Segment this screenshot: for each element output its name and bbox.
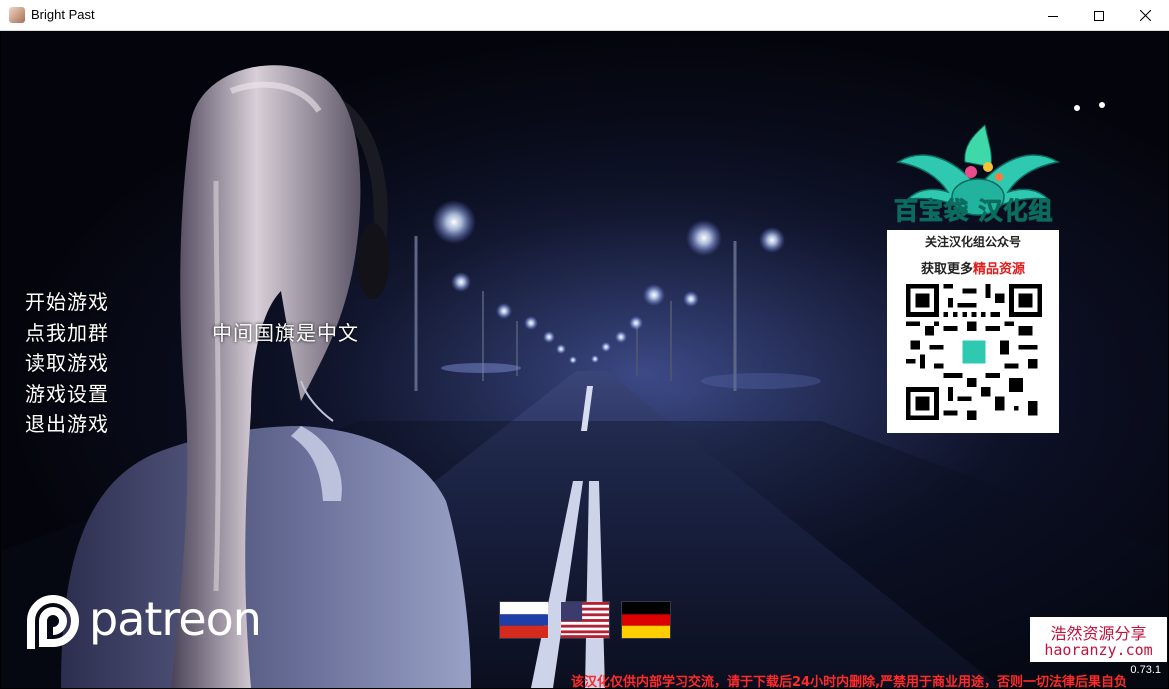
app-icon — [9, 7, 25, 23]
german-flag[interactable] — [621, 601, 671, 639]
patreon-label: patreon — [89, 592, 262, 646]
menu-load-game[interactable]: 读取游戏 — [25, 348, 109, 379]
game-main-menu: 开始游戏 点我加群 读取游戏 游戏设置 退出游戏 中间国旗是中文 百宝袋 汉化组… — [1, 31, 1168, 688]
close-icon — [1139, 10, 1151, 21]
minimize-button[interactable] — [1030, 0, 1076, 31]
wechat-qr-card: 关注汉化组公众号 获取更多精品资源 — [887, 230, 1059, 433]
menu-quit-game[interactable]: 退出游戏 — [25, 409, 109, 440]
qr-resource-highlight: 精品资源 — [973, 262, 1026, 277]
us-flag[interactable] — [560, 601, 610, 639]
qr-code — [906, 284, 1042, 420]
disclaimer-text: 该汉化仅供内部学习交流，请于下载后24小时内删除,严禁用于商业用途，否则一切法律… — [571, 675, 1128, 688]
language-hint: 中间国旗是中文 — [212, 321, 359, 345]
watermark-url: haoranzy.com — [1044, 641, 1153, 659]
menu-join-group[interactable]: 点我加群 — [25, 318, 109, 349]
menu-start-game[interactable]: 开始游戏 — [25, 287, 109, 318]
window-titlebar[interactable]: Bright Past — [0, 0, 1169, 31]
close-button[interactable] — [1122, 0, 1168, 31]
maximize-button[interactable] — [1076, 0, 1122, 31]
minimize-icon — [1048, 15, 1058, 17]
site-watermark: 浩然资源分享 haoranzy.com — [1030, 617, 1167, 662]
menu-settings[interactable]: 游戏设置 — [25, 379, 109, 410]
main-menu: 开始游戏 点我加群 读取游戏 游戏设置 退出游戏 — [25, 287, 109, 440]
patreon-button[interactable]: patreon — [21, 591, 281, 655]
translation-group-name: 百宝袋 汉化组 — [893, 197, 1054, 226]
qr-resource-line: 获取更多精品资源 — [887, 258, 1059, 277]
qr-resource-prefix: 获取更多 — [920, 262, 973, 277]
window-title: Bright Past — [31, 7, 95, 22]
version-label: 0.73.1 — [1130, 664, 1161, 676]
russian-flag[interactable] — [499, 601, 549, 639]
patreon-icon — [27, 595, 79, 649]
qr-follow-line: 关注汉化组公众号 — [924, 235, 1021, 249]
maximize-icon — [1094, 10, 1104, 21]
